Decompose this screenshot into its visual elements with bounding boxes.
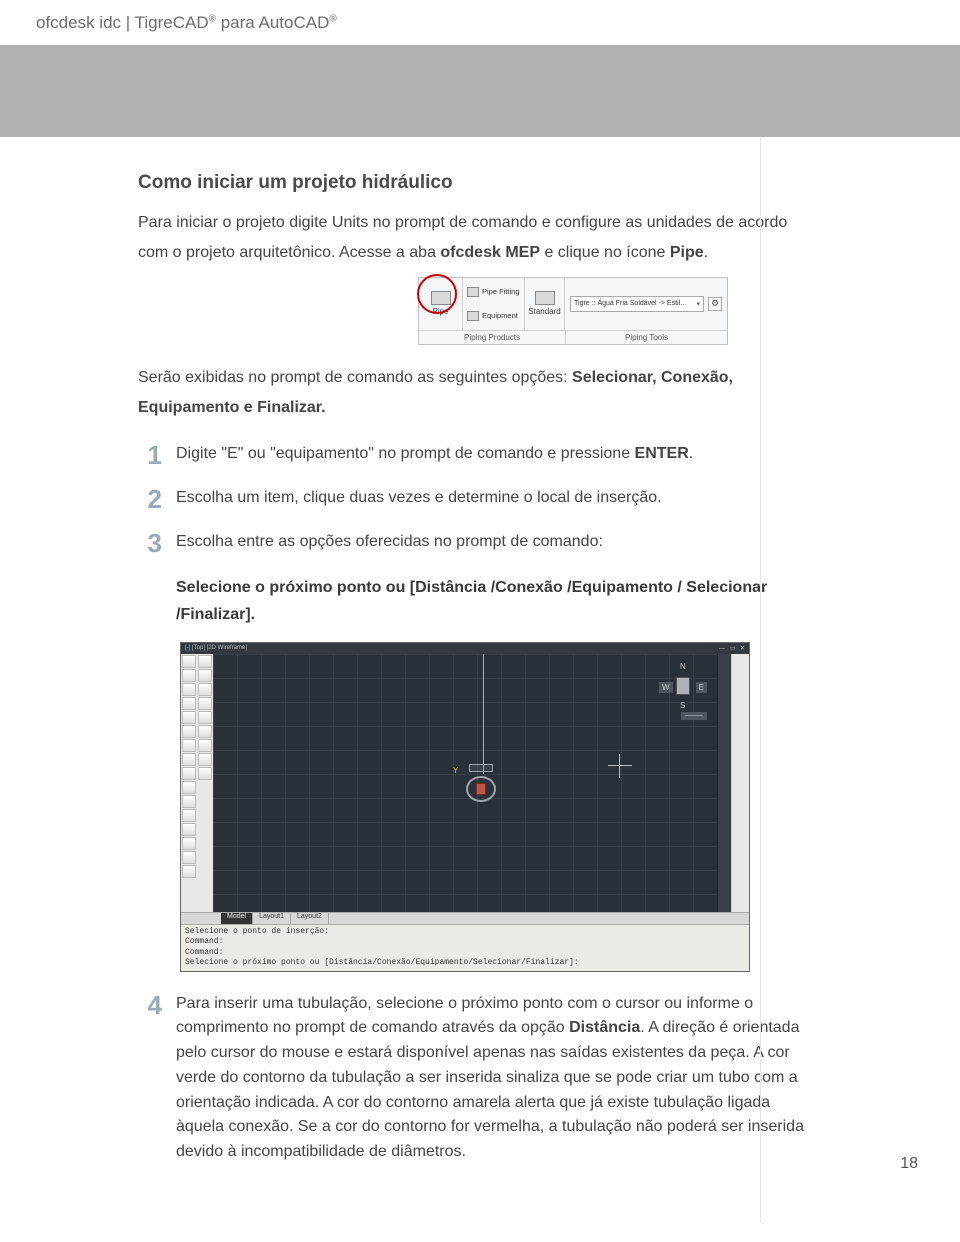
right-toolbar [731,654,749,912]
tool-icon[interactable] [182,823,196,836]
tool-icon[interactable] [182,865,196,878]
cursor-crosshair-icon [608,754,632,778]
tool-icon[interactable] [182,795,196,808]
tab-layout2[interactable]: Layout2 [291,913,329,924]
ribbon-screenshot: Pipe Pipe Fitting Equipment Standard Tig… [418,277,728,345]
tool-icon[interactable] [182,697,196,710]
prompt-options-bold: Selecione o próximo ponto ou [Distância … [176,574,836,628]
tool-icon[interactable] [182,711,196,724]
tab-layout1[interactable]: Layout1 [253,913,291,924]
close-icon[interactable]: ✕ [740,646,745,652]
step-text: Para inserir uma tubulação, selecione o … [176,992,808,1166]
step-1: 1 Digite "E" ou "equipamento" no prompt … [138,442,808,468]
standard-icon [535,291,555,305]
compass-n: N [680,662,686,671]
fixture-body-icon [469,764,493,772]
header-strip: ofcdesk idc | TigreCAD® para AutoCAD® [0,0,960,45]
step-number: 4 [138,992,162,1166]
compass-s: S [680,701,685,710]
tool-icon[interactable] [198,683,212,696]
pipe-fitting-icon [467,287,479,297]
tool-icon[interactable] [198,697,212,710]
view-cube[interactable]: N S W E [659,662,707,710]
ribbon-group-label-tools: Piping Tools [566,331,727,344]
tool-icon[interactable] [182,725,196,738]
after-ribbon-paragraph: Serão exibidas no prompt de comando as s… [138,363,808,424]
tool-icon[interactable] [182,683,196,696]
step-3: 3 Escolha entre as opções oferecidas no … [138,530,808,556]
left-toolbar-2 [197,654,213,912]
tool-icon[interactable] [198,711,212,724]
step-text: Escolha entre as opções oferecidas no pr… [176,530,808,556]
compass-center-icon [676,677,690,695]
intro-paragraph: Para iniciar o projeto digite Units no p… [138,208,808,269]
tool-icon[interactable] [198,725,212,738]
pipe-preview-line [483,654,484,774]
ribbon-pipe-fitting-button[interactable]: Pipe Fitting [467,287,520,297]
drawing-canvas[interactable]: Y N S W E ——— [213,654,717,912]
fixture-valve-icon [476,783,486,795]
ribbon-group-label-products: Piping Products [419,331,566,344]
page-body: Como iniciar um projeto hidráulico Para … [0,137,960,1223]
step-2: 2 Escolha um item, clique duas vezes e d… [138,486,808,512]
cmd-history-line: Command: [185,937,745,947]
axis-y-label: Y [453,766,458,775]
compass-e: E [696,682,707,693]
header-bar: ofcdesk idc | TigreCAD® para AutoCAD® [0,0,960,137]
step-4: 4 Para inserir uma tubulação, selecione … [138,992,808,1166]
compass-label: ——— [681,712,707,720]
tool-icon[interactable] [198,753,212,766]
tool-icon[interactable] [182,851,196,864]
equipment-icon [467,311,479,321]
minimize-icon[interactable]: — [719,646,725,652]
tool-icon[interactable] [182,669,196,682]
tab-model[interactable]: Model [221,913,253,924]
pipe-system-dropdown[interactable]: Tigre :: Água Fria Soldável -> Estil… [570,296,704,312]
layout-tabs: Model Layout1 Layout2 [181,912,749,924]
tool-icon[interactable] [198,739,212,752]
section-title: Como iniciar um projeto hidráulico [138,172,910,194]
red-highlight-circle-icon [417,274,457,314]
tool-icon[interactable] [182,767,196,780]
tool-icon[interactable] [182,809,196,822]
tool-icon[interactable] [198,767,212,780]
ribbon-fitting-equipment: Pipe Fitting Equipment [463,278,525,330]
viewport-titlebar: [-] [Top] [2D Wireframe] — ▭ ✕ [181,643,749,654]
steps-list: 1 Digite "E" ou "equipamento" no prompt … [138,442,910,556]
header-brand: ofcdesk idc | TigreCAD® para AutoCAD® [36,13,337,33]
tool-icon[interactable] [182,837,196,850]
command-line[interactable]: Selecione o ponto de inserção: Command: … [181,924,749,971]
tool-icon[interactable] [198,655,212,668]
step-number: 3 [138,530,162,556]
step-text: Escolha um item, clique duas vezes e det… [176,486,808,512]
tool-icon[interactable] [182,781,196,794]
cmd-prompt-line: Selecione o próximo ponto ou [Distância/… [185,958,745,968]
tool-icon[interactable] [198,669,212,682]
ribbon-standard-button[interactable]: Standard [525,278,565,330]
step-number: 1 [138,442,162,468]
tool-icon[interactable] [182,655,196,668]
window-controls: — ▭ ✕ [716,645,745,652]
cmd-history-line: Command: [185,948,745,958]
step-text: Digite "E" ou "equipamento" no prompt de… [176,442,808,468]
step-number: 2 [138,486,162,512]
gear-icon[interactable]: ⚙ [708,297,722,311]
cmd-history-line: Selecione o ponto de inserção: [185,927,745,937]
viewport-label: [-] [Top] [2D Wireframe] [185,645,247,651]
maximize-icon[interactable]: ▭ [730,646,736,652]
ribbon-pipe-button[interactable]: Pipe [419,278,463,330]
ribbon-equipment-button[interactable]: Equipment [467,311,518,321]
ribbon-tools-group: Tigre :: Água Fria Soldável -> Estil… ⚙ [565,278,727,330]
page-number: 18 [900,1155,918,1173]
compass-w: W [659,682,673,693]
left-toolbar-1 [181,654,197,912]
steps-list-cont: 4 Para inserir uma tubulação, selecione … [138,992,910,1166]
tool-icon[interactable] [182,753,196,766]
canvas-scrollbar[interactable] [717,654,731,912]
autocad-screenshot: [-] [Top] [2D Wireframe] — ▭ ✕ Y [180,642,750,972]
tool-icon[interactable] [182,739,196,752]
